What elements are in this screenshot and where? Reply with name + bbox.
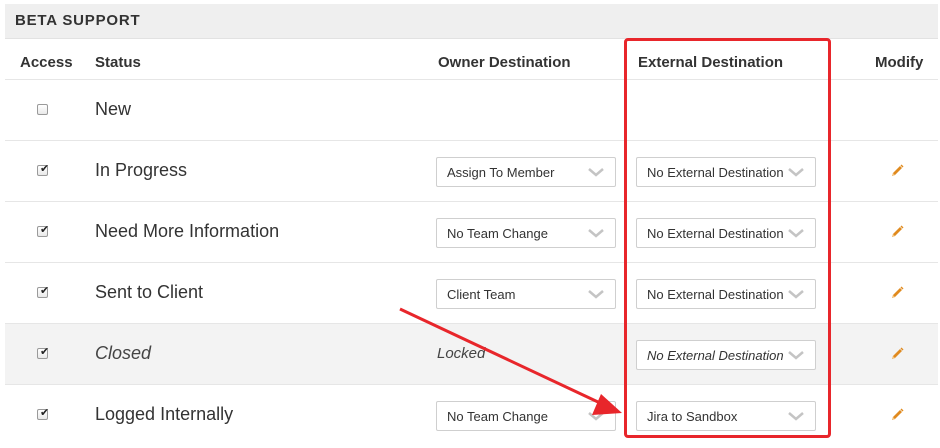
checkmark-icon: ✔ bbox=[40, 407, 50, 419]
access-checkbox[interactable]: ✔ bbox=[37, 285, 50, 298]
owner-destination-select[interactable]: Assign To Member bbox=[436, 157, 616, 187]
owner-destination-select[interactable]: No Team Change bbox=[436, 218, 616, 248]
status-name: Sent to Client bbox=[95, 282, 204, 302]
owner-destination-value: Client Team bbox=[447, 287, 516, 302]
chevron-down-icon bbox=[588, 168, 604, 177]
checkmark-icon: ✔ bbox=[40, 346, 50, 358]
owner-destination-value: No Team Change bbox=[447, 226, 548, 241]
column-header-modify: Modify bbox=[875, 54, 924, 71]
checkmark-icon: ✔ bbox=[40, 163, 50, 175]
pencil-icon[interactable] bbox=[889, 346, 905, 362]
owner-destination-locked: Locked bbox=[437, 345, 486, 362]
column-header-owner-destination: Owner Destination bbox=[438, 54, 571, 71]
chevron-down-icon bbox=[588, 412, 604, 421]
status-name: Closed bbox=[95, 343, 152, 363]
column-header-access: Access bbox=[20, 54, 73, 71]
checkmark-icon: ✔ bbox=[40, 224, 50, 236]
access-checkbox[interactable] bbox=[37, 104, 48, 115]
pencil-icon[interactable] bbox=[889, 224, 905, 240]
access-checkbox[interactable]: ✔ bbox=[37, 346, 50, 359]
status-name: Logged Internally bbox=[95, 404, 234, 424]
status-name: New bbox=[95, 99, 132, 119]
access-checkbox[interactable]: ✔ bbox=[37, 224, 50, 237]
pencil-icon[interactable] bbox=[889, 407, 905, 423]
status-name: Need More Information bbox=[95, 221, 280, 241]
column-header-status: Status bbox=[95, 54, 141, 71]
owner-destination-select[interactable]: Client Team bbox=[436, 279, 616, 309]
checkmark-icon: ✔ bbox=[40, 285, 50, 297]
owner-destination-value: Assign To Member bbox=[447, 165, 555, 180]
status-name: In Progress bbox=[95, 160, 188, 180]
pencil-icon[interactable] bbox=[889, 285, 905, 301]
chevron-down-icon bbox=[588, 229, 604, 238]
owner-destination-select[interactable]: No Team Change bbox=[436, 401, 616, 431]
access-checkbox[interactable]: ✔ bbox=[37, 163, 50, 176]
section-title: BETA SUPPORT bbox=[15, 12, 141, 29]
highlight-box bbox=[624, 38, 831, 438]
section-header: BETA SUPPORT bbox=[5, 4, 938, 39]
pencil-icon[interactable] bbox=[889, 163, 905, 179]
access-checkbox[interactable]: ✔ bbox=[37, 407, 50, 420]
chevron-down-icon bbox=[588, 290, 604, 299]
owner-destination-value: No Team Change bbox=[447, 409, 548, 424]
